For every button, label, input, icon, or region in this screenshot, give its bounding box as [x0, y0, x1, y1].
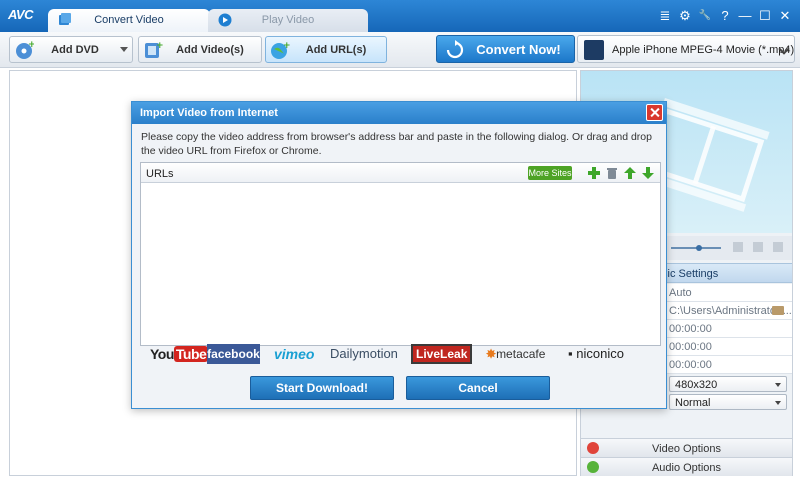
setting-value: Auto [669, 287, 692, 299]
close-icon[interactable] [646, 104, 663, 121]
convert-now-label: Convert Now! [476, 42, 561, 57]
gear-icon[interactable]: ⚙ [678, 8, 692, 24]
output-profile-label: Apple iPhone MPEG-4 Movie (*.mp4) [612, 44, 795, 56]
profile-icon [584, 40, 604, 60]
arrow-down-icon[interactable] [641, 166, 655, 180]
start-download-button[interactable]: Start Download! [250, 376, 394, 400]
resolution-value: 480x320 [675, 379, 718, 391]
tab-convert-video[interactable]: Convert Video [48, 9, 210, 32]
facebook-logo: facebook [207, 344, 260, 364]
folder-icon[interactable] [772, 306, 784, 315]
url-list-box: URLs More Sites [140, 162, 661, 346]
urls-column-header: URLs [146, 168, 174, 180]
dialog-title-bar: Import Video from Internet [132, 102, 666, 124]
dvd-icon: + [16, 40, 34, 59]
svg-text:+: + [28, 40, 34, 50]
dialog-instructions: Please copy the video address from brows… [141, 131, 652, 157]
setting-value: 00:00:00 [669, 341, 712, 353]
help-icon[interactable]: ? [718, 8, 732, 24]
youtube-logo: You Tube [150, 346, 209, 362]
vimeo-logo: vimeo [274, 346, 315, 362]
liveleak-logo: LiveLeak [411, 344, 473, 364]
chevron-down-icon[interactable] [120, 47, 128, 52]
chevron-down-icon [775, 383, 781, 387]
add-urls-label: Add URL(s) [305, 44, 367, 56]
resolution-select[interactable]: 480x320 [669, 376, 787, 392]
setting-value: 00:00:00 [669, 323, 712, 335]
add-videos-button[interactable]: + Add Video(s) [138, 36, 262, 63]
video-options-label: Video Options [652, 443, 721, 455]
add-icon[interactable] [587, 166, 601, 180]
svg-text:+: + [156, 41, 163, 51]
url-list-header: URLs More Sites [141, 163, 660, 183]
add-videos-label: Add Video(s) [176, 44, 244, 56]
more-sites-button[interactable]: More Sites [528, 166, 572, 180]
arrow-up-icon[interactable] [623, 166, 637, 180]
menu-icon[interactable]: ≣ [658, 8, 672, 24]
supported-sites: You Tube facebook vimeo Dailymotion LiveL… [141, 340, 659, 368]
add-urls-button[interactable]: + Add URL(s) [265, 36, 387, 63]
video-options-bar[interactable]: Video Options [581, 438, 792, 457]
window-controls: ≣ ⚙ 🔧 ? — ☐ ✕ [658, 8, 792, 24]
tab-play-video[interactable]: Play Video [208, 9, 368, 32]
globe-icon: + [271, 41, 290, 59]
audio-options-label: Audio Options [651, 462, 722, 474]
app-logo: AVC [8, 7, 33, 22]
dailymotion-logo: Dailymotion [330, 346, 398, 361]
audio-options-bar[interactable]: Audio Options [581, 457, 792, 476]
tab-convert-video-label: Convert Video [94, 14, 164, 26]
close-icon[interactable]: ✕ [778, 8, 792, 24]
basic-settings-label: sic Settings [662, 268, 719, 280]
film-icon: + [145, 41, 163, 58]
add-dvd-label: Add DVD [51, 44, 99, 56]
wrench-icon[interactable]: 🔧 [698, 8, 712, 24]
refresh-icon [446, 40, 464, 59]
dialog-title: Import Video from Internet [140, 107, 278, 119]
output-profile-select[interactable]: Apple iPhone MPEG-4 Movie (*.mp4) [577, 35, 795, 63]
setting-value: 00:00:00 [669, 359, 712, 371]
url-list[interactable] [141, 184, 660, 345]
minimize-icon[interactable]: — [738, 8, 752, 24]
tab-play-video-label: Play Video [261, 14, 315, 26]
niconico-logo: ▪ niconico [568, 346, 624, 361]
chevron-down-icon [775, 401, 781, 405]
svg-text:+: + [283, 41, 290, 51]
trash-icon[interactable] [605, 166, 619, 180]
maximize-icon[interactable]: ☐ [758, 8, 772, 24]
quality-value: Normal [675, 397, 711, 409]
quality-select[interactable]: Normal [669, 394, 787, 410]
title-bar: AVC Convert Video Play Video ≣ ⚙ 🔧 ? — ☐… [0, 0, 800, 32]
convert-now-button[interactable]: Convert Now! [436, 35, 575, 63]
metacafe-logo: ✸metacafe [486, 347, 546, 361]
import-video-dialog: Import Video from Internet Please copy t… [131, 101, 667, 409]
add-dvd-button[interactable]: + Add DVD [9, 36, 133, 63]
cancel-button[interactable]: Cancel [406, 376, 550, 400]
